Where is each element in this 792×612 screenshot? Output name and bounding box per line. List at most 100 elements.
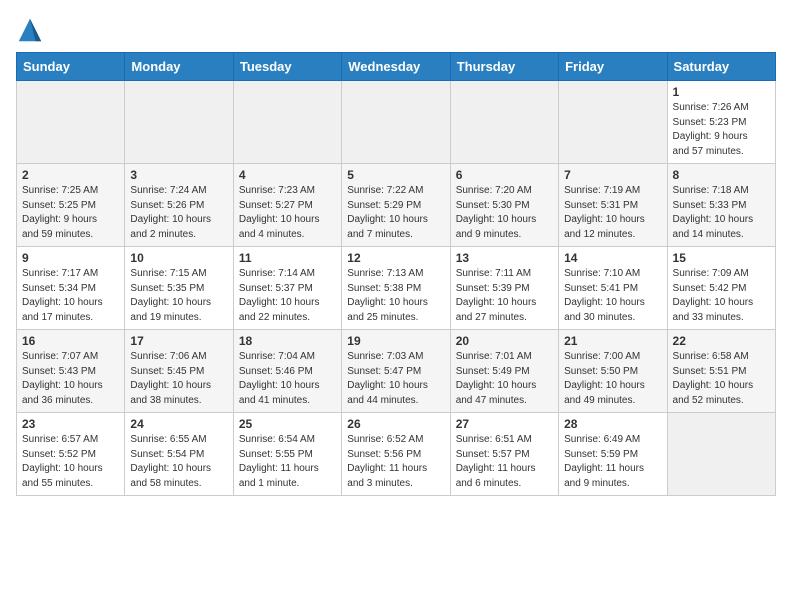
calendar-cell: 23 Sunrise: 6:57 AM Sunset: 5:52 PM Dayli… — [17, 413, 125, 496]
day-info: Sunrise: 7:06 AM Sunset: 5:45 PM Dayligh… — [130, 350, 227, 408]
calendar-cell: 3Sunrise: 7:24 AM Sunset: 5:26 PM Daylig… — [125, 164, 233, 247]
day-number: 16 — [22, 334, 119, 348]
day-info: Sunrise: 7:00 AM Sunset: 5:50 PM Dayligh… — [564, 350, 661, 408]
calendar-cell: 28 Sunrise: 6:49 AM Sunset: 5:59 PM Dayli… — [559, 413, 667, 496]
day-info: Sunrise: 7:13 AM Sunset: 5:38 PM Dayligh… — [347, 267, 444, 325]
day-number: 13 — [456, 251, 553, 265]
day-number: 22 — [673, 334, 770, 348]
logo — [16, 16, 48, 44]
calendar-cell: 27 Sunrise: 6:51 AM Sunset: 5:57 PM Dayli… — [450, 413, 558, 496]
day-number: 19 — [347, 334, 444, 348]
day-number: 12 — [347, 251, 444, 265]
calendar-cell: 9 Sunrise: 7:17 AM Sunset: 5:34 PM Daylig… — [17, 247, 125, 330]
day-info: Sunrise: 7:15 AM Sunset: 5:35 PM Dayligh… — [130, 267, 227, 325]
calendar-week-row: 2 Sunrise: 7:25 AM Sunset: 5:25 PM Daylig… — [17, 164, 776, 247]
day-info: Sunrise: 6:52 AM Sunset: 5:56 PM Dayligh… — [347, 433, 444, 491]
calendar-cell: 21 Sunrise: 7:00 AM Sunset: 5:50 PM Dayli… — [559, 330, 667, 413]
calendar-cell: 14 Sunrise: 7:10 AM Sunset: 5:41 PM Dayli… — [559, 247, 667, 330]
calendar-day-header: Wednesday — [342, 53, 450, 81]
day-info: Sunrise: 7:17 AM Sunset: 5:34 PM Dayligh… — [22, 267, 119, 325]
calendar-cell: 6Sunrise: 7:20 AM Sunset: 5:30 PM Daylig… — [450, 164, 558, 247]
calendar-cell: 8 Sunrise: 7:18 AM Sunset: 5:33 PM Daylig… — [667, 164, 775, 247]
calendar-day-header: Tuesday — [233, 53, 341, 81]
day-number: 6 — [456, 168, 553, 182]
day-number: 8 — [673, 168, 770, 182]
calendar-cell — [559, 81, 667, 164]
calendar-cell: 24 Sunrise: 6:55 AM Sunset: 5:54 PM Dayli… — [125, 413, 233, 496]
day-number: 5 — [347, 168, 444, 182]
day-info: Sunrise: 7:22 AM Sunset: 5:29 PM Dayligh… — [347, 184, 444, 242]
day-number: 26 — [347, 417, 444, 431]
day-number: 14 — [564, 251, 661, 265]
day-info: Sunrise: 6:51 AM Sunset: 5:57 PM Dayligh… — [456, 433, 553, 491]
day-number: 28 — [564, 417, 661, 431]
day-info: Sunrise: 6:55 AM Sunset: 5:54 PM Dayligh… — [130, 433, 227, 491]
day-number: 15 — [673, 251, 770, 265]
calendar-day-header: Saturday — [667, 53, 775, 81]
day-number: 27 — [456, 417, 553, 431]
day-number: 4 — [239, 168, 336, 182]
day-info: Sunrise: 6:58 AM Sunset: 5:51 PM Dayligh… — [673, 350, 770, 408]
day-info: Sunrise: 7:07 AM Sunset: 5:43 PM Dayligh… — [22, 350, 119, 408]
calendar-cell: 26 Sunrise: 6:52 AM Sunset: 5:56 PM Dayli… — [342, 413, 450, 496]
calendar-cell — [233, 81, 341, 164]
day-number: 18 — [239, 334, 336, 348]
day-number: 11 — [239, 251, 336, 265]
day-number: 7 — [564, 168, 661, 182]
day-info: Sunrise: 7:04 AM Sunset: 5:46 PM Dayligh… — [239, 350, 336, 408]
calendar-cell: 7 Sunrise: 7:19 AM Sunset: 5:31 PM Daylig… — [559, 164, 667, 247]
day-info: Sunrise: 7:18 AM Sunset: 5:33 PM Dayligh… — [673, 184, 770, 242]
calendar-cell — [342, 81, 450, 164]
page-header — [16, 16, 776, 44]
day-info: Sunrise: 6:49 AM Sunset: 5:59 PM Dayligh… — [564, 433, 661, 491]
day-info: Sunrise: 6:57 AM Sunset: 5:52 PM Dayligh… — [22, 433, 119, 491]
calendar-cell: 13Sunrise: 7:11 AM Sunset: 5:39 PM Dayli… — [450, 247, 558, 330]
day-number: 1 — [673, 85, 770, 99]
calendar-cell: 10 Sunrise: 7:15 AM Sunset: 5:35 PM Dayli… — [125, 247, 233, 330]
day-number: 20 — [456, 334, 553, 348]
calendar-cell: 25 Sunrise: 6:54 AM Sunset: 5:55 PM Dayli… — [233, 413, 341, 496]
calendar-cell: 1 Sunrise: 7:26 AM Sunset: 5:23 PM Daylig… — [667, 81, 775, 164]
calendar-cell: 11 Sunrise: 7:14 AM Sunset: 5:37 PM Dayli… — [233, 247, 341, 330]
calendar-header-row: SundayMondayTuesdayWednesdayThursdayFrid… — [17, 53, 776, 81]
calendar-cell: 17 Sunrise: 7:06 AM Sunset: 5:45 PM Dayli… — [125, 330, 233, 413]
day-number: 9 — [22, 251, 119, 265]
calendar-day-header: Friday — [559, 53, 667, 81]
day-info: Sunrise: 6:54 AM Sunset: 5:55 PM Dayligh… — [239, 433, 336, 491]
day-info: Sunrise: 7:03 AM Sunset: 5:47 PM Dayligh… — [347, 350, 444, 408]
calendar-cell: 4 Sunrise: 7:23 AM Sunset: 5:27 PM Daylig… — [233, 164, 341, 247]
calendar-day-header: Monday — [125, 53, 233, 81]
calendar-cell — [450, 81, 558, 164]
calendar-table: SundayMondayTuesdayWednesdayThursdayFrid… — [16, 52, 776, 496]
day-number: 21 — [564, 334, 661, 348]
calendar-day-header: Sunday — [17, 53, 125, 81]
day-info: Sunrise: 7:09 AM Sunset: 5:42 PM Dayligh… — [673, 267, 770, 325]
day-info: Sunrise: 7:19 AM Sunset: 5:31 PM Dayligh… — [564, 184, 661, 242]
calendar-cell — [667, 413, 775, 496]
calendar-cell: 22 Sunrise: 6:58 AM Sunset: 5:51 PM Dayli… — [667, 330, 775, 413]
day-number: 23 — [22, 417, 119, 431]
day-number: 2 — [22, 168, 119, 182]
calendar-cell: 18 Sunrise: 7:04 AM Sunset: 5:46 PM Dayli… — [233, 330, 341, 413]
day-number: 25 — [239, 417, 336, 431]
calendar-cell — [17, 81, 125, 164]
calendar-cell: 15 Sunrise: 7:09 AM Sunset: 5:42 PM Dayli… — [667, 247, 775, 330]
calendar-week-row: 16 Sunrise: 7:07 AM Sunset: 5:43 PM Dayli… — [17, 330, 776, 413]
calendar-week-row: 23 Sunrise: 6:57 AM Sunset: 5:52 PM Dayli… — [17, 413, 776, 496]
day-number: 10 — [130, 251, 227, 265]
calendar-cell — [125, 81, 233, 164]
day-info: Sunrise: 7:01 AM Sunset: 5:49 PM Dayligh… — [456, 350, 553, 408]
day-info: Sunrise: 7:10 AM Sunset: 5:41 PM Dayligh… — [564, 267, 661, 325]
day-number: 24 — [130, 417, 227, 431]
calendar-cell: 12 Sunrise: 7:13 AM Sunset: 5:38 PM Dayli… — [342, 247, 450, 330]
calendar-week-row: 9 Sunrise: 7:17 AM Sunset: 5:34 PM Daylig… — [17, 247, 776, 330]
calendar-cell: 20 Sunrise: 7:01 AM Sunset: 5:49 PM Dayli… — [450, 330, 558, 413]
calendar-day-header: Thursday — [450, 53, 558, 81]
day-info: Sunrise: 7:14 AM Sunset: 5:37 PM Dayligh… — [239, 267, 336, 325]
day-number: 3 — [130, 168, 227, 182]
day-info: Sunrise: 7:25 AM Sunset: 5:25 PM Dayligh… — [22, 184, 119, 242]
day-info: Sunrise: 7:23 AM Sunset: 5:27 PM Dayligh… — [239, 184, 336, 242]
day-info: Sunrise: 7:26 AM Sunset: 5:23 PM Dayligh… — [673, 101, 770, 159]
day-number: 17 — [130, 334, 227, 348]
calendar-cell: 2 Sunrise: 7:25 AM Sunset: 5:25 PM Daylig… — [17, 164, 125, 247]
